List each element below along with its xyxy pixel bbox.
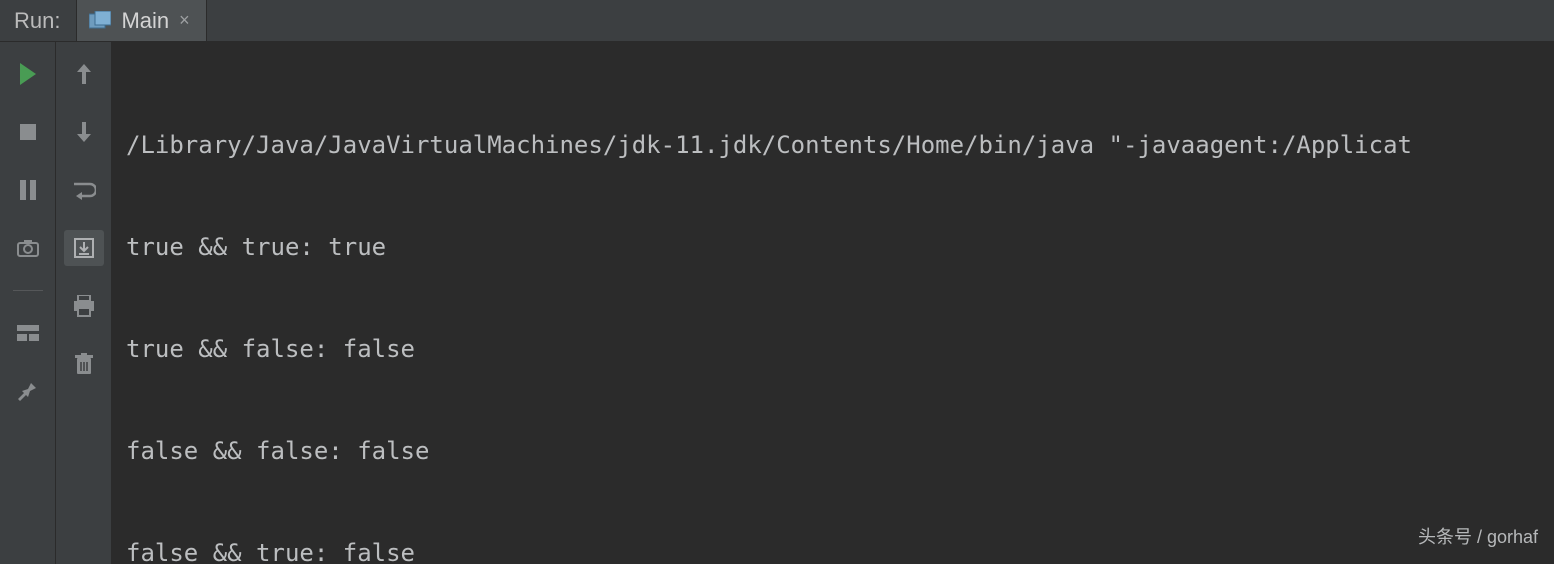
pause-button[interactable]	[8, 172, 48, 208]
pin-button[interactable]	[8, 373, 48, 409]
print-button[interactable]	[64, 288, 104, 324]
console-line: true && false: false	[126, 332, 1554, 366]
scroll-to-end-button[interactable]	[64, 230, 104, 266]
toolbar-left-2	[56, 42, 112, 564]
console-line: false && true: false	[126, 536, 1554, 564]
close-icon[interactable]: ×	[179, 10, 190, 31]
run-body: /Library/Java/JavaVirtualMachines/jdk-11…	[0, 42, 1554, 564]
down-button[interactable]	[64, 114, 104, 150]
layout-button[interactable]	[8, 315, 48, 351]
run-tab-label: Main	[121, 8, 169, 34]
console-line: false && false: false	[126, 434, 1554, 468]
dump-threads-button[interactable]	[8, 230, 48, 266]
separator	[13, 290, 43, 291]
watermark-text: 头条号 / gorhaf	[1418, 520, 1538, 554]
soft-wrap-button[interactable]	[64, 172, 104, 208]
stop-button[interactable]	[8, 114, 48, 150]
file-icon	[89, 11, 111, 31]
run-tabbar: Run: Main ×	[0, 0, 1554, 42]
console-output[interactable]: /Library/Java/JavaVirtualMachines/jdk-11…	[112, 42, 1554, 564]
console-line: /Library/Java/JavaVirtualMachines/jdk-11…	[126, 128, 1554, 162]
run-tab-main[interactable]: Main ×	[76, 0, 206, 41]
toolbar-left-1	[0, 42, 56, 564]
run-panel-label: Run:	[0, 0, 76, 41]
run-button[interactable]	[8, 56, 48, 92]
console-line: true && true: true	[126, 230, 1554, 264]
up-button[interactable]	[64, 56, 104, 92]
clear-all-button[interactable]	[64, 346, 104, 382]
